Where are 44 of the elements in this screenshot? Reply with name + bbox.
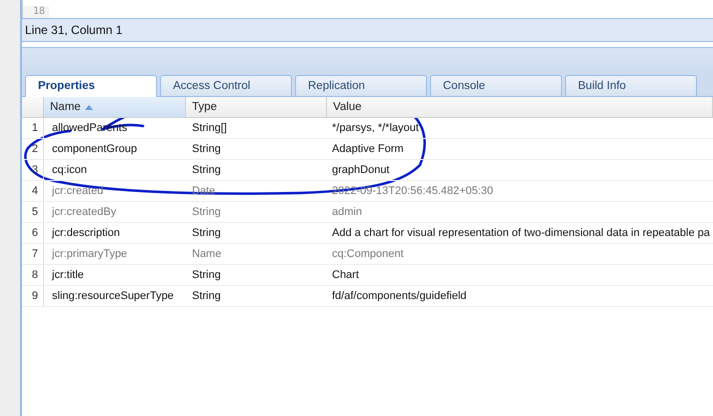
tab[interactable]: Build Info [565, 75, 697, 96]
column-header[interactable]: Value [327, 97, 713, 117]
cursor-position: Line 31, Column 1 [25, 22, 122, 38]
table-cell-text: jcr:createdBy [50, 205, 118, 220]
row-number: 2 [22, 139, 44, 159]
table-cell-text: String [191, 163, 222, 178]
table-cell-text: admin [331, 205, 363, 220]
tab[interactable]: Access Control [160, 75, 292, 96]
row-number: 8 [22, 265, 44, 285]
table-cell-text: 2022-09-13T20:56:45.482+05:30 [331, 184, 494, 199]
row-number: 9 [22, 286, 44, 306]
row-number: 6 [22, 223, 44, 243]
table-cell-text: String [191, 268, 222, 283]
row-number: 5 [22, 202, 44, 222]
row-number: 4 [22, 181, 44, 201]
tab[interactable]: Replication [295, 75, 427, 96]
table-cell-text: componentGroup [51, 142, 138, 157]
table-cell-text: String [191, 226, 222, 241]
table-cell-text: */parsys, */*layout [331, 121, 420, 136]
table-cell-text: Add a chart for visual representation of two-dimensional data in repeatable pa [331, 226, 711, 241]
table-cell-text: cq:icon [51, 163, 88, 178]
tab[interactable]: Properties [25, 75, 157, 97]
line-number: 18 [23, 6, 49, 18]
table-cell-text: graphDonut [331, 163, 390, 178]
table-cell-text: sling:resourceSuperType [51, 289, 175, 304]
table-cell-text: jcr:primaryType [50, 247, 128, 262]
table-cell-text: String [191, 142, 222, 157]
table-cell-text: jcr:description [50, 226, 121, 241]
table-cell-text: Adaptive Form [331, 142, 405, 157]
column-header[interactable]: Name [44, 97, 186, 117]
table-cell-text: Name [191, 247, 222, 262]
table-cell-text: String[] [191, 121, 228, 136]
row-number: 7 [22, 244, 44, 264]
row-number: 1 [22, 118, 44, 138]
table-cell-text: String [191, 289, 222, 304]
sort-ascending-icon [84, 104, 93, 110]
table-cell-text: cq:Component [331, 247, 405, 262]
table-cell-text: jcr:title [50, 268, 85, 283]
table-cell-text: jcr:created [50, 184, 104, 199]
tab[interactable]: Console [430, 75, 562, 96]
table-cell-text: fd/af/components/guidefield [331, 289, 468, 304]
column-header[interactable]: Type [186, 97, 327, 117]
table-cell-text: Chart [331, 268, 360, 283]
table-cell-text: String [191, 205, 222, 220]
